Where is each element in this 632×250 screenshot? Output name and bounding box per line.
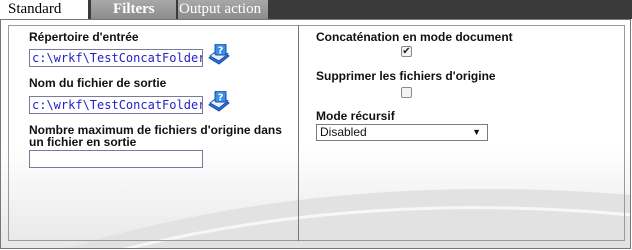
column-divider (298, 25, 299, 241)
max-files-field[interactable] (29, 150, 203, 168)
help-book-icon[interactable]: ? (207, 44, 231, 66)
checkmark-icon: ✔ (402, 46, 411, 57)
recursive-mode-value: Disabled (320, 125, 367, 139)
input-directory-field[interactable]: c:\wrkf\TestConcatFolder (29, 49, 203, 67)
recursive-mode-label: Mode récursif (316, 109, 395, 123)
recursive-mode-select[interactable]: Disabled ▼ (316, 124, 488, 141)
settings-panel: Répertoire d'entrée c:\wrkf\TestConcatFo… (0, 19, 631, 249)
chevron-down-icon: ▼ (472, 127, 481, 137)
output-file-label: Nom du fichier de sortie (29, 76, 167, 90)
input-directory-label: Répertoire d'entrée (29, 30, 139, 44)
max-files-label-line2: un fichier en sortie (29, 135, 137, 149)
tab-output-action[interactable]: Output action (178, 0, 268, 19)
delete-originals-checkbox[interactable] (401, 87, 412, 98)
delete-originals-label: Supprimer les fichiers d'origine (316, 69, 496, 83)
svg-text:?: ? (218, 93, 224, 104)
document-concat-label: Concaténation en mode document (316, 30, 513, 44)
tab-bar: Standard Filters Output action (0, 0, 632, 20)
help-book-icon[interactable]: ? (207, 91, 231, 113)
svg-text:?: ? (218, 46, 224, 57)
document-concat-checkbox[interactable]: ✔ (401, 46, 412, 57)
output-file-field[interactable]: c:\wrkf\TestConcatFolder_S\f (29, 96, 203, 114)
tab-filters[interactable]: Filters (91, 0, 176, 19)
tab-standard[interactable]: Standard (0, 0, 89, 20)
